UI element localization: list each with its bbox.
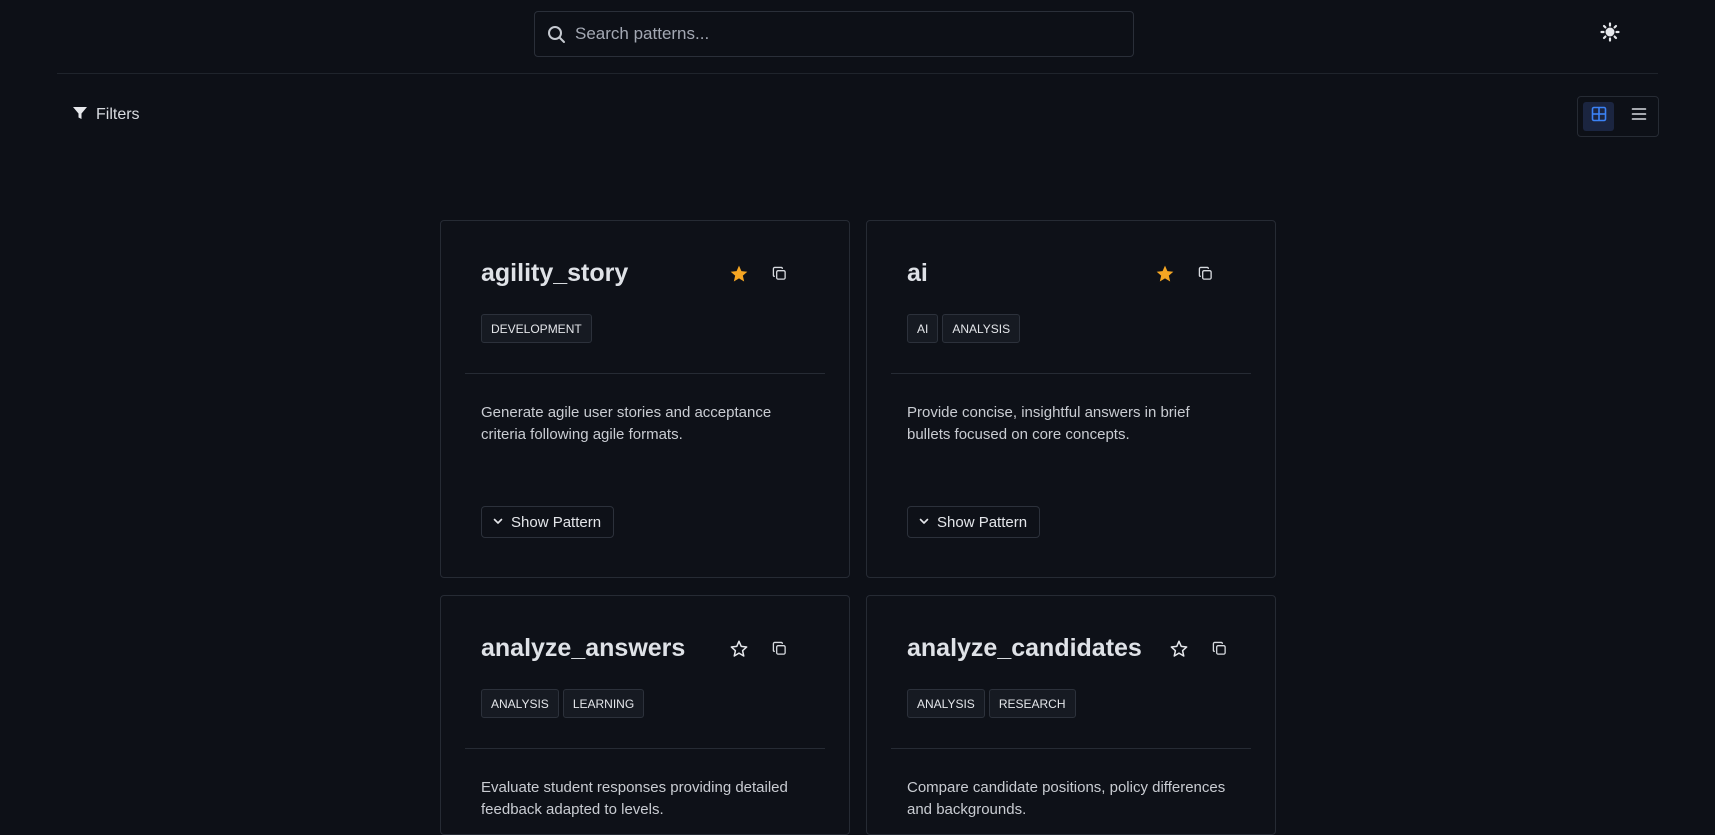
grid-icon (1591, 106, 1607, 127)
copy-button[interactable] (1194, 265, 1216, 287)
sun-icon (1600, 21, 1620, 47)
star-filled-icon (729, 264, 749, 289)
search-input[interactable] (575, 12, 1125, 56)
tag-list: ANALYSIS LEARNING (481, 689, 645, 718)
pattern-description: Compare candidate positions, policy diff… (907, 779, 1226, 818)
tag-list: ANALYSIS RESEARCH (907, 689, 1076, 718)
theme-toggle-button[interactable] (1598, 21, 1622, 47)
copy-icon (772, 641, 787, 661)
show-pattern-button[interactable]: Show Pattern (481, 506, 615, 538)
card-divider (465, 373, 825, 374)
card-divider (891, 748, 1251, 749)
pattern-card: analyze_candidates ANALYSIS RESEARCH Com… (866, 595, 1276, 835)
pattern-card: analyze_answers ANALYSIS LEARNING Evalua… (440, 595, 850, 835)
filter-icon (72, 105, 88, 126)
top-bar (0, 0, 1715, 74)
pattern-description: Evaluate student responses providing det… (481, 779, 788, 818)
pattern-description: Provide concise, insightful answers in b… (907, 404, 1190, 443)
copy-button[interactable] (768, 640, 790, 662)
show-pattern-label: Show Pattern (937, 513, 1028, 531)
tag[interactable]: ANALYSIS (481, 689, 559, 718)
filters-button[interactable]: Filters (72, 104, 140, 126)
search-box[interactable] (534, 11, 1134, 57)
search-icon (547, 25, 566, 44)
copy-icon (772, 266, 787, 286)
star-outline-icon (729, 639, 749, 664)
card-divider (891, 373, 1251, 374)
copy-icon (1198, 266, 1213, 286)
tag[interactable]: ANALYSIS (907, 689, 985, 718)
tag[interactable]: LEARNING (562, 689, 645, 718)
show-pattern-label: Show Pattern (511, 513, 602, 531)
favorite-button[interactable] (1154, 265, 1176, 287)
grid-view-button[interactable] (1583, 102, 1614, 131)
tag-list: DEVELOPMENT (481, 314, 592, 343)
star-outline-icon (1169, 639, 1189, 664)
filters-label: Filters (96, 106, 140, 123)
pattern-title: analyze_answers (481, 634, 686, 662)
pattern-card: agility_story DEVELOPMENT Generate agile… (440, 220, 850, 578)
header-divider (57, 73, 1658, 74)
tag[interactable]: ANALYSIS (942, 314, 1021, 343)
star-filled-icon (1155, 264, 1175, 289)
tag[interactable]: DEVELOPMENT (481, 314, 592, 343)
card-divider (465, 748, 825, 749)
chevron-down-icon (918, 514, 930, 531)
tag[interactable]: RESEARCH (988, 689, 1076, 718)
favorite-button[interactable] (728, 640, 750, 662)
pattern-title: analyze_candidates (907, 634, 1142, 662)
pattern-card: ai AI ANALYSIS Provide concise, insightf… (866, 220, 1276, 578)
list-view-button[interactable] (1623, 102, 1654, 131)
pattern-description: Generate agile user stories and acceptan… (481, 404, 772, 443)
favorite-button[interactable] (728, 265, 750, 287)
copy-button[interactable] (1208, 640, 1230, 662)
view-toggle (1577, 96, 1659, 137)
tag-list: AI ANALYSIS (907, 314, 1021, 343)
list-icon (1631, 107, 1647, 126)
tag[interactable]: AI (907, 314, 939, 343)
show-pattern-button[interactable]: Show Pattern (907, 506, 1041, 538)
favorite-button[interactable] (1168, 640, 1190, 662)
pattern-title: ai (907, 259, 928, 287)
chevron-down-icon (492, 514, 504, 531)
pattern-title: agility_story (481, 259, 629, 287)
copy-button[interactable] (768, 265, 790, 287)
copy-icon (1212, 641, 1227, 661)
